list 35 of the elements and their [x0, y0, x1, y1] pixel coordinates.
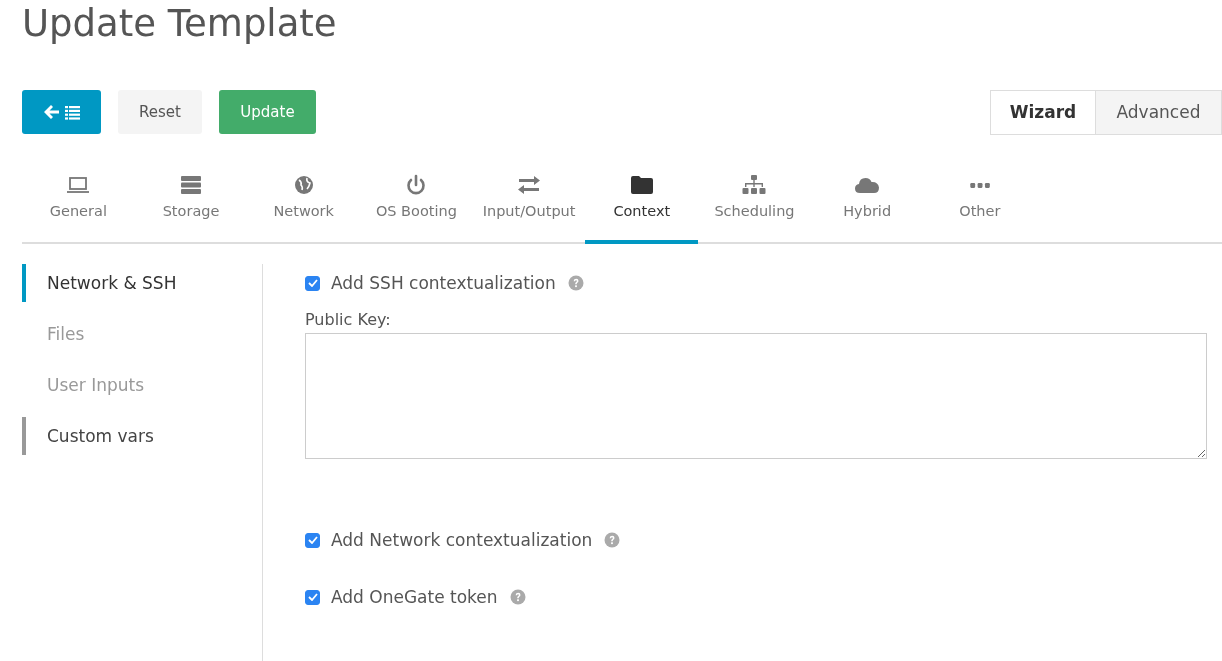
side-nav-item[interactable]: Files: [22, 315, 262, 353]
section-tab[interactable]: Network: [247, 174, 361, 244]
checkbox[interactable]: [305, 589, 320, 605]
section-tab[interactable]: Storage: [134, 174, 248, 244]
mode-tab[interactable]: Advanced: [1096, 89, 1222, 135]
side-nav-item[interactable]: User Inputs: [22, 366, 262, 404]
sitemap-icon: [741, 174, 768, 196]
section-tab[interactable]: OS Booting: [360, 174, 473, 244]
help-icon[interactable]: [567, 275, 584, 291]
back-to-list-button[interactable]: [22, 90, 101, 134]
section-tab[interactable]: Scheduling: [698, 174, 811, 244]
help-icon[interactable]: [604, 532, 621, 548]
side-nav-item[interactable]: Custom vars: [22, 417, 262, 455]
section-tab[interactable]: Context: [585, 174, 699, 244]
arrows-icon: [516, 174, 543, 196]
checkbox-label: Add OneGate token: [331, 587, 498, 607]
reset-button[interactable]: Reset: [118, 90, 202, 134]
section-tab[interactable]: Other: [923, 174, 1037, 244]
laptop-icon: [65, 174, 92, 196]
update-button[interactable]: Update: [219, 90, 316, 134]
folder-icon: [628, 174, 655, 196]
help-icon[interactable]: [509, 589, 526, 605]
section-tab[interactable]: Input/Output: [472, 174, 586, 244]
public-key-field[interactable]: [305, 333, 1207, 459]
checkbox-label: Add SSH contextualization: [331, 273, 556, 293]
checkbox[interactable]: [305, 275, 320, 291]
mode-tab[interactable]: Wizard: [990, 89, 1096, 135]
page-title: Update Template: [22, 1, 338, 47]
checkbox[interactable]: [305, 532, 320, 548]
back-list-icon: [42, 104, 81, 120]
field-label: Public Key:: [305, 310, 392, 329]
side-nav-item[interactable]: Network & SSH: [22, 264, 262, 302]
checkbox-label: Add Network contextualization: [331, 530, 593, 550]
section-tab[interactable]: General: [22, 174, 135, 244]
section-tab[interactable]: Hybrid: [810, 174, 924, 244]
